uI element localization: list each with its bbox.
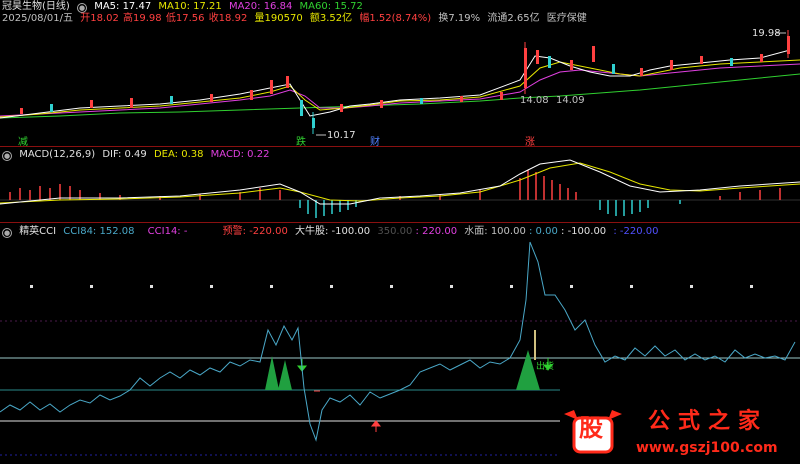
- macd-title[interactable]: MACD(12,26,9): [19, 149, 95, 160]
- cci-signal-green-1: [265, 356, 279, 390]
- bull-stock-value: 大牛股: -100.00: [295, 226, 371, 237]
- water-level-value: 水面: 100.00: [464, 226, 526, 237]
- range-label-2: 14.09: [556, 95, 585, 106]
- level-0-value: : 0.00: [529, 226, 558, 237]
- level-neg100-value: : -100.00: [561, 226, 607, 237]
- sell-signal-label: 出货: [536, 362, 555, 372]
- macd-dif-value: DIF: 0.49: [102, 149, 147, 160]
- settings-icon[interactable]: ●: [2, 228, 12, 238]
- settings-icon[interactable]: ●: [2, 151, 12, 161]
- level-neg220-value: : -220.00: [613, 226, 659, 237]
- macd-macd-value: MACD: 0.22: [210, 149, 270, 160]
- warning-value: 预警: -220.00: [222, 226, 288, 237]
- cci14-value: CCI14: -: [147, 226, 188, 237]
- watermark-url: www.gszj100.com: [636, 440, 778, 456]
- level-350-value: 350.00: [377, 226, 413, 237]
- macd-legend: ● MACD(12,26,9) DIF: 0.49 DEA: 0.38 MACD…: [2, 149, 273, 161]
- cci-legend: ● 精英CCI CCI84: 152.08 CCI14: - 预警: -220.…: [2, 226, 663, 238]
- high-price-label: 19.98: [752, 28, 781, 39]
- cci84-value: CCI84: 152.08: [63, 226, 135, 237]
- cci-title[interactable]: 精英CCI: [19, 226, 56, 237]
- range-label-1: 14.08: [520, 95, 549, 106]
- cci-signal-green-2: [278, 360, 292, 390]
- watermark-name: 公式之家: [648, 409, 769, 434]
- ma10-line: [0, 59, 800, 118]
- low-price-label: 10.17: [327, 130, 356, 141]
- macd-dea-value: DEA: 0.38: [153, 149, 204, 160]
- macd-histogram: [9, 170, 781, 218]
- buy-arrow: [370, 420, 382, 432]
- panel-divider-cci[interactable]: [0, 222, 800, 223]
- cci-dots: [30, 285, 753, 288]
- price-candles: [20, 30, 790, 134]
- level-220-value: : 220.00: [415, 226, 458, 237]
- ma60-line: [0, 73, 800, 119]
- logo-character: 股: [579, 414, 603, 442]
- panel-divider-macd[interactable]: [0, 146, 800, 147]
